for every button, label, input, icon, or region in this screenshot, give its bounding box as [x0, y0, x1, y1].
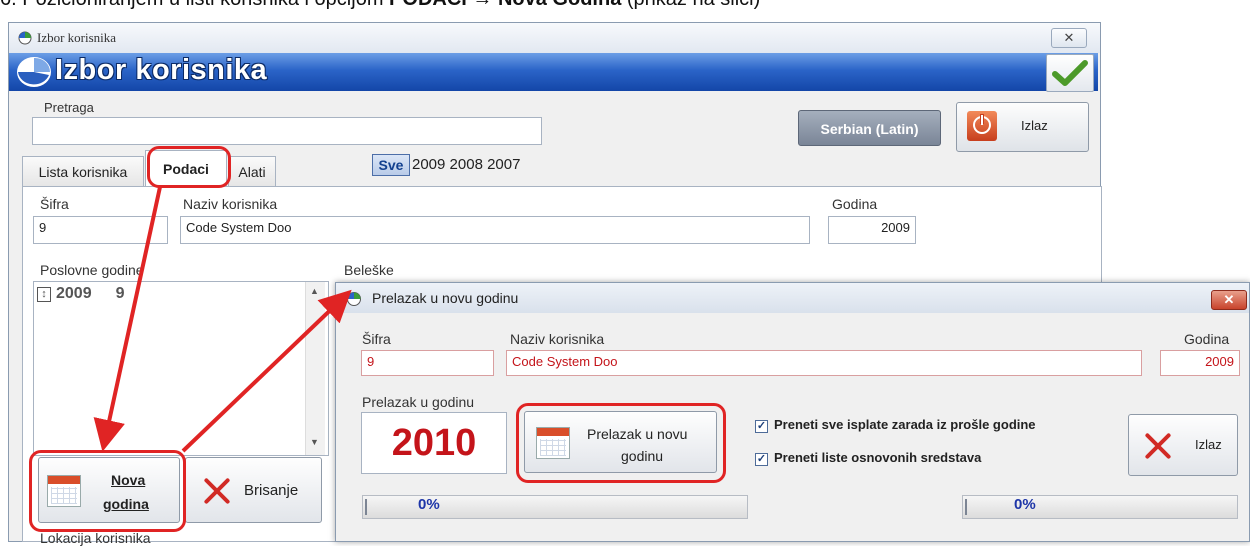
arrow-to-dialog — [181, 289, 352, 453]
arrow-to-nova-godina — [93, 186, 162, 452]
annotation-arrows — [93, 186, 352, 453]
